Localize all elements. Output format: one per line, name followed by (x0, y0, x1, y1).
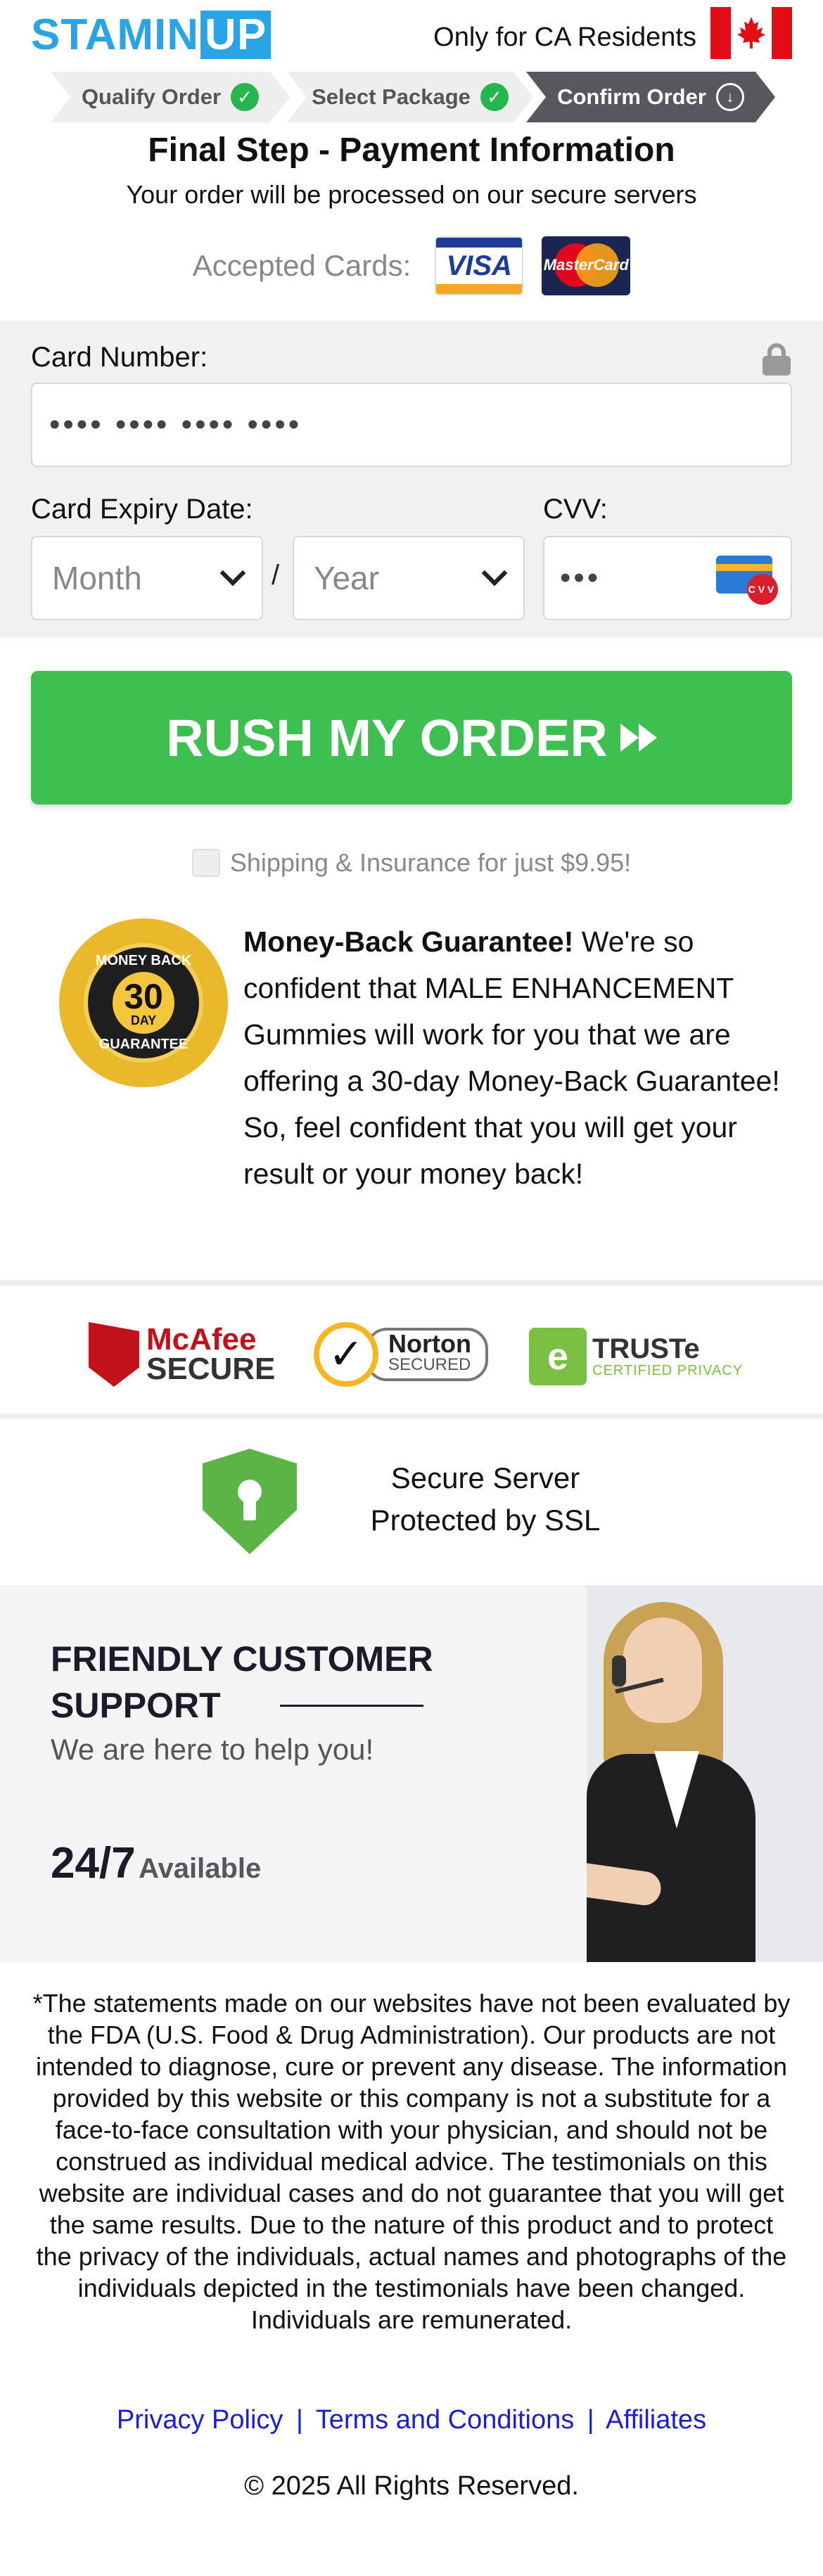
card-number-label: Card Number: (31, 342, 208, 373)
shipping-checkbox[interactable] (191, 849, 220, 877)
check-circle-icon: ✓ (231, 83, 260, 111)
rush-my-order-button[interactable]: RUSH MY ORDER (31, 671, 792, 805)
privacy-policy-link[interactable]: Privacy Policy (117, 2405, 283, 2435)
chevron-down-icon (219, 560, 246, 587)
expiry-year-select[interactable]: Year (293, 536, 525, 620)
visa-card-icon: VISA (435, 236, 524, 295)
shipping-label: Shipping & Insurance for just $9.95! (229, 848, 632, 877)
shipping-option: Shipping & Insurance for just $9.95! (0, 848, 823, 878)
card-number-input[interactable]: •••• •••• •••• •••• (31, 383, 792, 467)
accepted-cards-label: Accepted Cards: (192, 249, 412, 282)
norton-secured-logo: ✓ Norton SECURED (314, 1322, 488, 1387)
cvv-card-icon: CVV (716, 551, 778, 605)
step-qualify-order: Qualify Order ✓ (51, 72, 290, 122)
support-title: FRIENDLY CUSTOMER SUPPORT (51, 1639, 433, 1725)
truste-icon: e (529, 1328, 587, 1385)
checkout-steps: Qualify Order ✓ Select Package ✓ Confirm… (51, 72, 775, 122)
lock-icon (761, 343, 792, 376)
copyright: © 2025 All Rights Reserved. (244, 2471, 579, 2501)
support-help-text: We are here to help you! (51, 1733, 374, 1766)
customer-support-banner: FRIENDLY CUSTOMER SUPPORT We are here to… (0, 1585, 587, 1962)
step-confirm-order: Confirm Order ↓ (526, 72, 775, 122)
accepted-cards: Accepted Cards: VISA MasterCard (0, 236, 823, 295)
truste-logo: e TRUSTe CERTIFIED PRIVACY (529, 1328, 743, 1385)
affiliates-link[interactable]: Affiliates (606, 2405, 706, 2435)
mcafee-shield-icon (89, 1322, 139, 1387)
norton-check-icon: ✓ (314, 1322, 378, 1387)
cvv-label: CVV: (543, 494, 608, 525)
canada-flag-icon (710, 7, 792, 59)
expiry-separator: / (272, 560, 280, 591)
fda-disclaimer: *The statements made on our websites hav… (32, 1989, 791, 2334)
divider (0, 1414, 823, 1419)
header: STAMIN UP Only for CA Residents (0, 0, 823, 70)
check-circle-icon: ✓ (480, 83, 509, 111)
arrow-down-circle-icon: ↓ (715, 83, 744, 111)
cvv-input[interactable]: ••• CVV (543, 536, 792, 620)
terms-link[interactable]: Terms and Conditions (316, 2405, 575, 2435)
guarantee-text: Money-Back Guarantee! We're so confident… (243, 925, 780, 1190)
footer-links: Privacy Policy | Terms and Conditions | … (116, 2405, 707, 2435)
divider (0, 1280, 823, 1286)
double-arrow-right-icon (620, 724, 657, 752)
page-subtitle: Your order will be processed on our secu… (126, 180, 697, 209)
payment-form: Card Number: •••• •••• •••• •••• Card Ex… (0, 321, 823, 637)
residents-notice: Only for CA Residents (433, 23, 696, 52)
step-select-package: Select Package ✓ (287, 72, 533, 122)
chevron-down-icon (481, 560, 508, 587)
ssl-shield-icon (203, 1449, 297, 1554)
support-agent-photo (587, 1585, 823, 1962)
ssl-notice: Secure Server Protected by SSL (370, 1461, 601, 1537)
money-back-seal: MONEY BACK 30 DAY GUARANTEE (59, 918, 228, 1087)
mastercard-icon: MasterCard (542, 236, 631, 295)
support-availability: 24/7 Available (51, 1839, 262, 1888)
mcafee-secure-logo: McAfee SECURE (89, 1322, 275, 1387)
page-title: Final Step - Payment Information (148, 132, 675, 169)
stamin-up-logo[interactable]: STAMIN UP (31, 10, 272, 60)
expiry-month-select[interactable]: Month (31, 536, 263, 620)
expiry-date-label: Card Expiry Date: (31, 494, 253, 525)
title-underline (280, 1705, 423, 1707)
